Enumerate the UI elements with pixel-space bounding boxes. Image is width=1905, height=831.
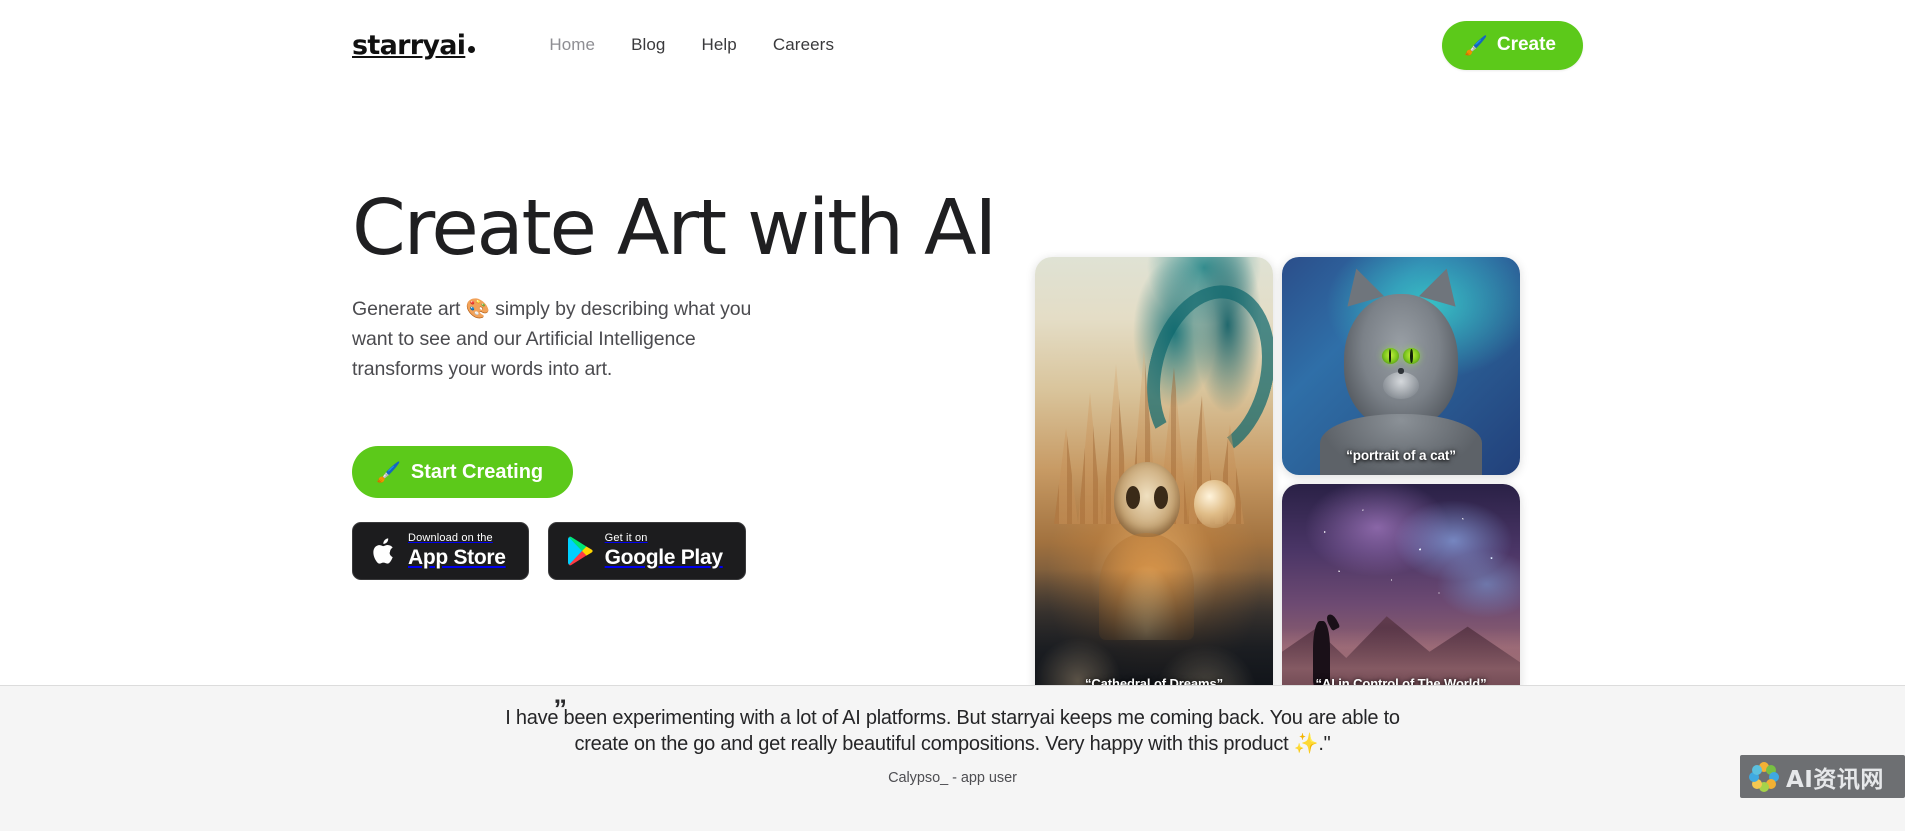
brand-logo-text: starryai	[352, 29, 466, 61]
gallery-card-cathedral[interactable]: “Cathedral of Dreams”	[1035, 257, 1273, 702]
cat-eye-left-shape	[1381, 348, 1399, 365]
cat-eye-right-shape	[1403, 348, 1421, 365]
testimonial-section: ” I have been experimenting with a lot o…	[0, 685, 1905, 831]
create-button-label: Create	[1496, 34, 1556, 55]
watermark-overlay: AI资讯网	[1740, 755, 1905, 798]
google-play-big-label: Google Play	[604, 545, 723, 569]
cat-head-shape	[1343, 294, 1459, 430]
palette-icon: 🎨	[465, 296, 490, 320]
google-play-badge[interactable]: Get it on Google Play	[547, 522, 746, 581]
cathedral-orb-shape	[1194, 479, 1235, 529]
cat-muzzle-shape	[1382, 372, 1420, 400]
brand-logo-dot-icon	[468, 45, 476, 53]
gallery-card-nebula[interactable]: “AI in Control of The World”	[1282, 484, 1520, 702]
google-play-icon	[567, 536, 594, 566]
google-play-small-label: Get it on	[604, 532, 648, 545]
cat-artwork-image	[1282, 257, 1520, 475]
app-store-text: Download on the App Store	[408, 533, 506, 569]
app-store-small-label: Download on the	[408, 532, 493, 545]
apple-icon	[371, 536, 397, 567]
nav-link-help[interactable]: Help	[702, 35, 737, 55]
hero-subtitle-part1: Generate art	[352, 297, 466, 320]
gallery-card-cat[interactable]: “portrait of a cat”	[1282, 257, 1520, 475]
nav-link-blog[interactable]: Blog	[631, 35, 665, 55]
hero-subtitle: Generate art 🎨 simply by describing what…	[352, 294, 760, 385]
testimonial-quote-text: I have been experimenting with a lot of …	[505, 707, 1400, 755]
hero-image-gallery: “Cathedral of Dreams” “portrait of a cat…	[1035, 257, 1520, 702]
nav-link-home[interactable]: Home	[549, 35, 595, 55]
hero-section: Create Art with AI Generate art 🎨 simply…	[0, 90, 1905, 702]
cathedral-artwork-image	[1035, 257, 1273, 702]
start-creating-label: Start Creating	[410, 460, 544, 483]
app-store-badge[interactable]: Download on the App Store	[352, 522, 529, 581]
primary-nav-links: Home Blog Help Careers	[549, 35, 834, 55]
nav-link-careers[interactable]: Careers	[773, 35, 834, 55]
flower-logo-icon	[1749, 761, 1779, 792]
page-title: Create Art with AI	[352, 184, 997, 273]
app-store-badges: Download on the App Store Get it on Goog…	[352, 522, 760, 581]
testimonial-author: Calypso_ - app user	[888, 770, 1017, 787]
brand-logo[interactable]: starryai	[352, 29, 476, 61]
gallery-right-column: “portrait of a cat” “AI in Control of Th…	[1282, 257, 1520, 702]
paintbrush-icon: 🖌️	[1464, 34, 1488, 57]
start-creating-button[interactable]: 🖌️ Start Creating	[352, 446, 574, 499]
app-store-big-label: App Store	[408, 545, 506, 569]
top-navigation-bar: starryai Home Blog Help Careers 🖌️ Creat…	[0, 0, 1905, 90]
cathedral-skull-shape	[1113, 461, 1181, 538]
paintbrush-icon: 🖌️	[376, 460, 401, 485]
create-button[interactable]: 🖌️ Create	[1442, 20, 1583, 70]
quote-mark-icon: ”	[553, 694, 567, 724]
gallery-card-caption: “portrait of a cat”	[1346, 448, 1456, 463]
google-play-text: Get it on Google Play	[605, 533, 723, 569]
nebula-artwork-image	[1282, 484, 1520, 702]
cat-body-shape	[1320, 413, 1482, 475]
testimonial-quote-block: ” I have been experimenting with a lot o…	[478, 694, 1428, 757]
watermark-text: AI资讯网	[1786, 766, 1884, 793]
hero-copy-column: Create Art with AI Generate art 🎨 simply…	[0, 90, 997, 581]
